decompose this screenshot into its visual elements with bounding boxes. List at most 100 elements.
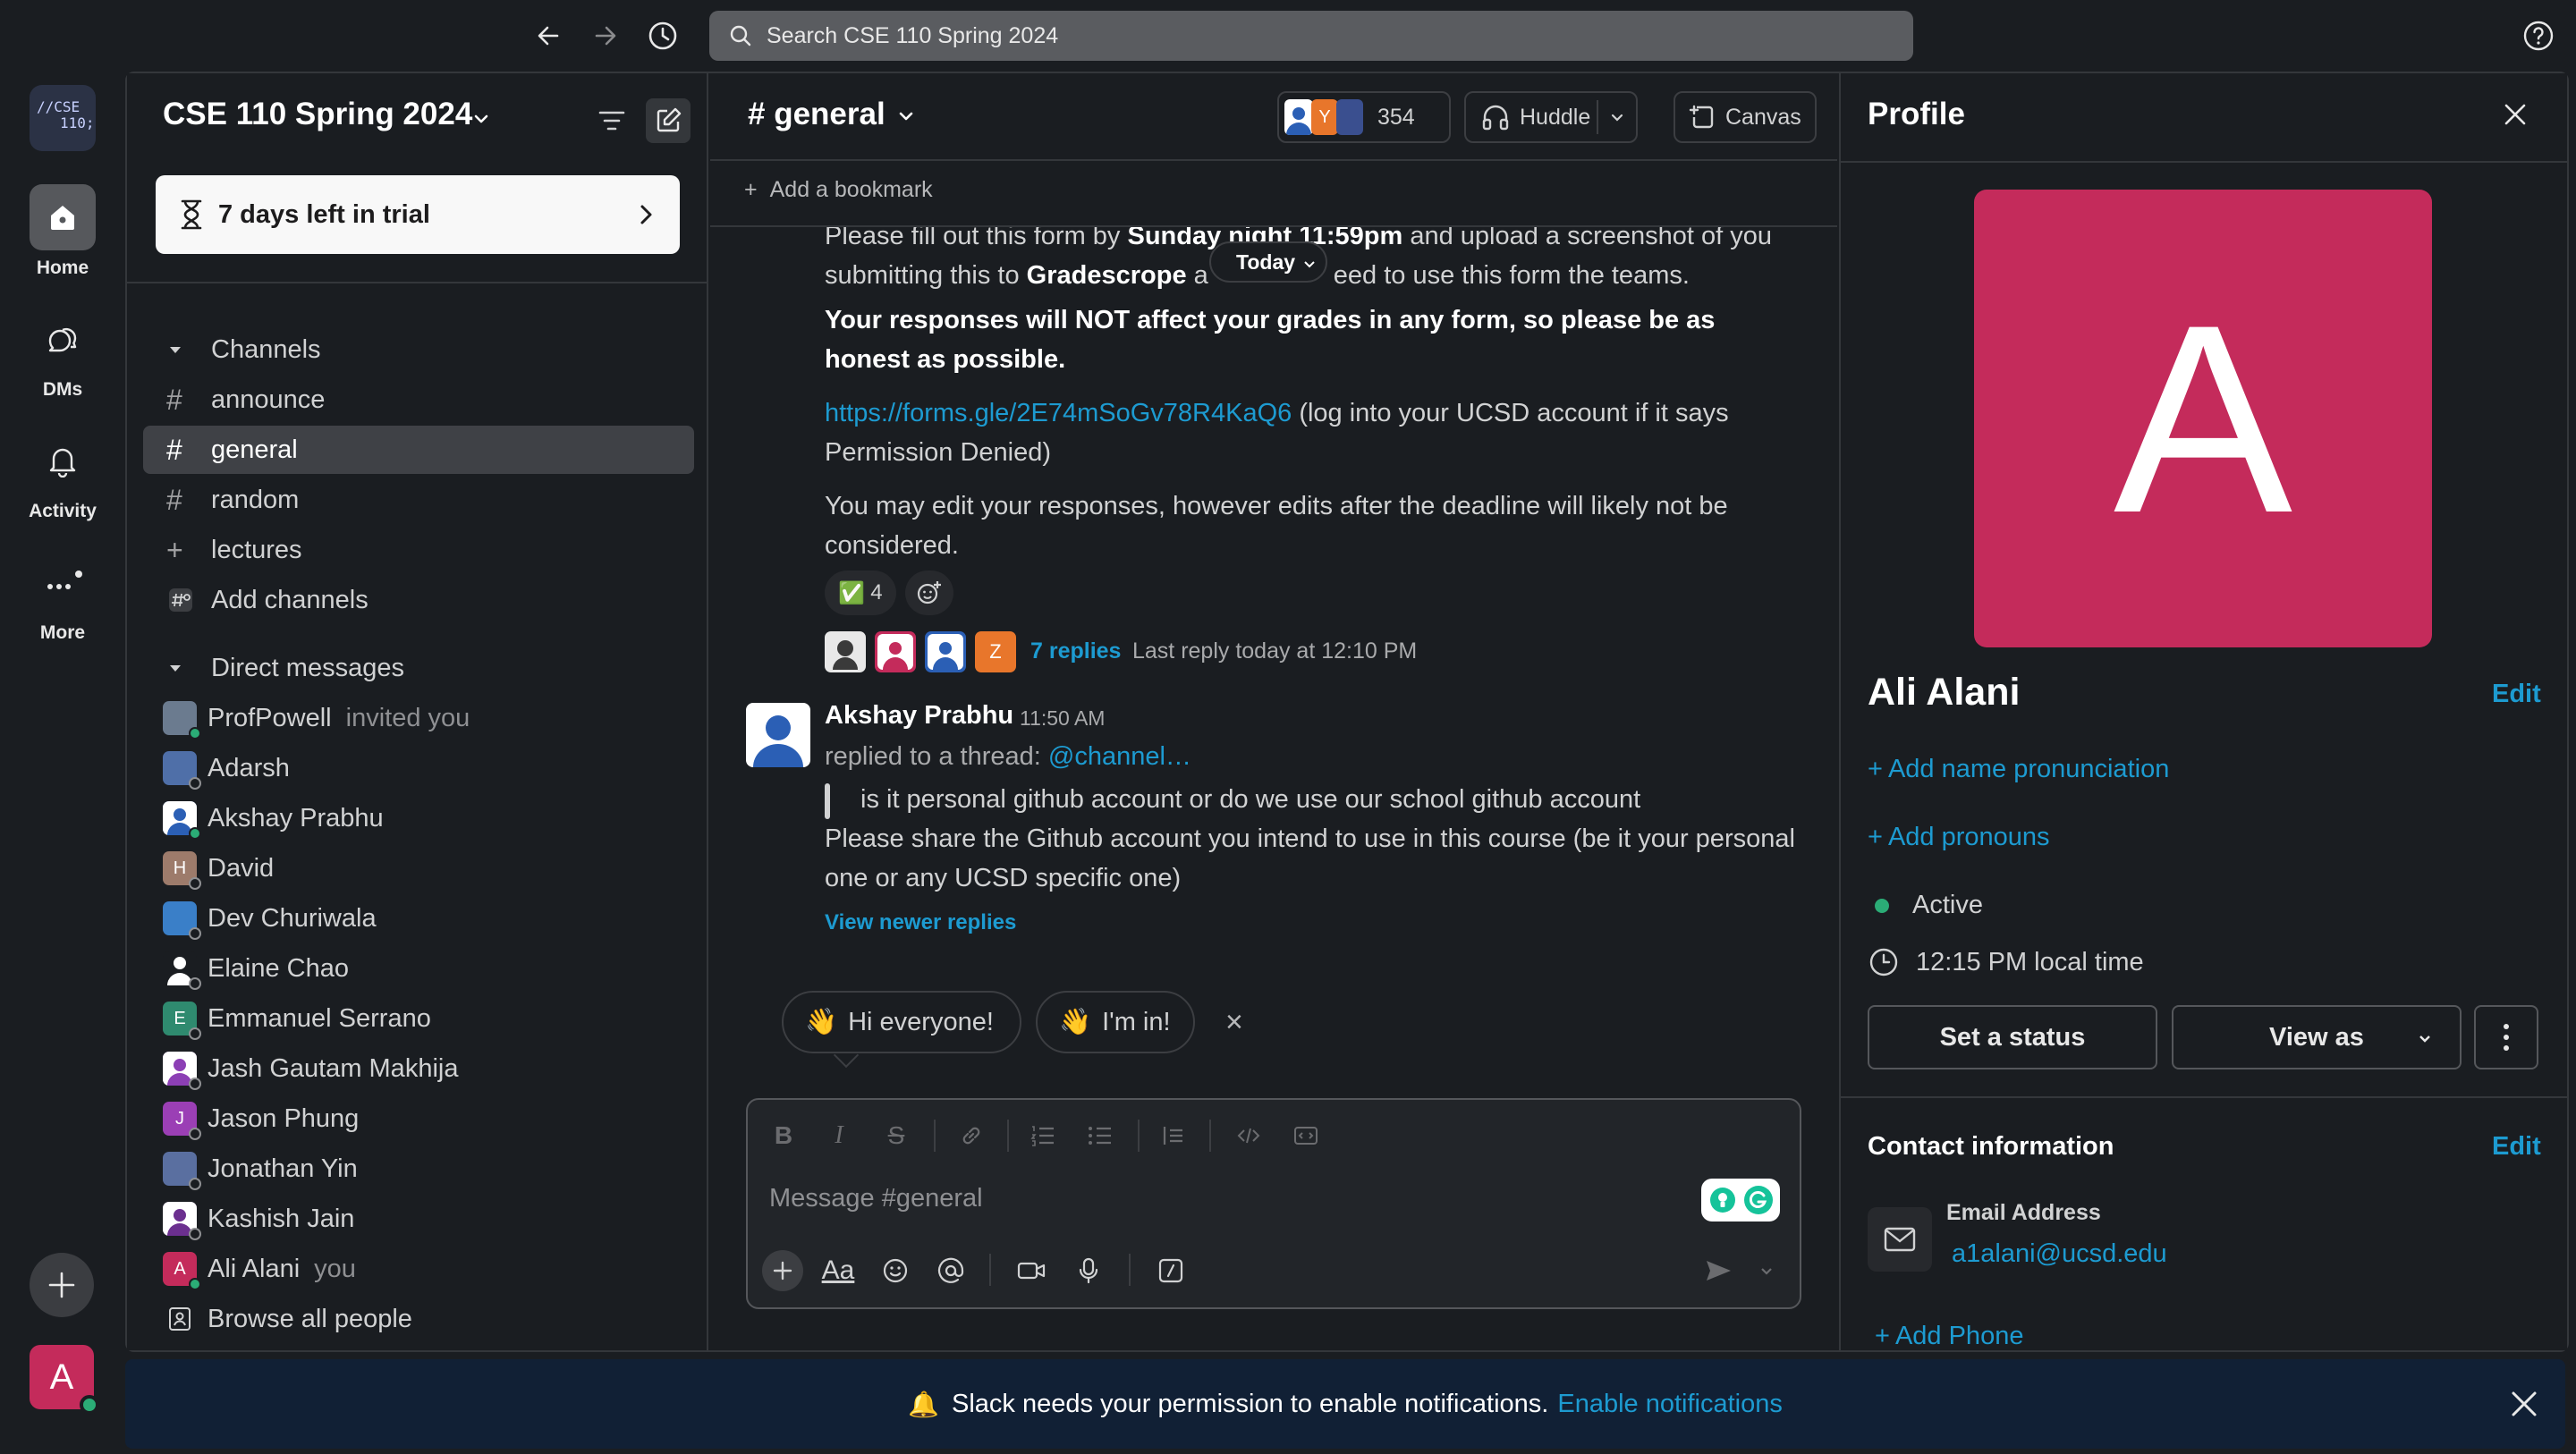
close-icon[interactable]: × [1225, 1005, 1243, 1040]
help-icon[interactable] [2521, 18, 2556, 54]
dm-item-jash-gautam-makhija[interactable]: Jash Gautam Makhija [143, 1044, 694, 1093]
sidebar-item-announce[interactable]: # announce [143, 376, 694, 424]
rail-more[interactable]: More [9, 549, 116, 644]
toolbar-separator [1138, 1120, 1140, 1152]
message-bold-paragraph: Your responses will NOT affect your grad… [825, 300, 1800, 379]
bold-icon[interactable]: B [764, 1116, 803, 1155]
dm-item-jason-phung[interactable]: J Jason Phung [143, 1095, 694, 1143]
sidebar-item-lectures[interactable]: + lectures [143, 526, 694, 574]
rail-home[interactable]: Home [9, 184, 116, 279]
more-actions-button[interactable] [2474, 1005, 2538, 1069]
message-list: Please fill out this form by Sunday nigh… [710, 227, 1837, 1103]
dm-item-ali-alani[interactable]: A Ali Alani you [143, 1245, 694, 1293]
message-timestamp[interactable]: 11:50 AM [1020, 706, 1105, 731]
code-block-icon[interactable] [1286, 1116, 1326, 1155]
ordered-list-icon[interactable] [1023, 1116, 1063, 1155]
channel-mention-link[interactable]: @channel… [1048, 742, 1191, 771]
back-arrow-icon[interactable] [530, 18, 566, 54]
blockquote-icon[interactable] [1154, 1116, 1193, 1155]
message-author[interactable]: Akshay Prabhu [825, 701, 1013, 731]
chevron-down-icon[interactable] [1609, 109, 1625, 125]
browse-people[interactable]: Browse all people [143, 1295, 694, 1343]
channels-section-header[interactable]: Channels [143, 325, 694, 374]
thread-replies-link[interactable]: 7 replies [1030, 638, 1121, 664]
chevron-down-icon[interactable] [471, 109, 491, 129]
dm-item-jonathan-yin[interactable]: Jonathan Yin [143, 1145, 694, 1193]
dm-item-adarsh[interactable]: Adarsh [143, 744, 694, 792]
enable-notifications-link[interactable]: Enable notifications [1557, 1390, 1783, 1419]
workspace-name[interactable]: CSE 110 Spring 2024 [163, 97, 472, 132]
avatar [163, 1152, 201, 1190]
profile-avatar[interactable]: A [1974, 190, 2432, 647]
dm-item-emmanuel-serrano[interactable]: E Emmanuel Serrano [143, 994, 694, 1043]
set-status-button[interactable]: Set a status [1868, 1005, 2157, 1069]
mention-icon[interactable] [930, 1250, 971, 1291]
send-icon[interactable] [1698, 1250, 1739, 1291]
strikethrough-icon[interactable]: S [877, 1116, 916, 1155]
add-pronouns-link[interactable]: + Add pronouns [1868, 823, 2050, 852]
sidebar-item-general[interactable]: # general [143, 426, 694, 474]
dm-item-elaine-chao[interactable]: Elaine Chao [143, 944, 694, 993]
add-bookmark-button[interactable]: + Add a bookmark [744, 177, 933, 203]
link-icon[interactable] [952, 1116, 991, 1155]
link-label: Add name pronunciation [1887, 755, 2170, 783]
dm-item-dev-churiwala[interactable]: Dev Churiwala [143, 894, 694, 943]
dm-item-akshay-prabhu[interactable]: Akshay Prabhu [143, 794, 694, 842]
canvas-button[interactable]: Canvas [1674, 91, 1817, 143]
dm-item-david[interactable]: H David [143, 844, 694, 892]
dm-item-kashish-jain[interactable]: Kashish Jain [143, 1195, 694, 1243]
dm-item-profpowell[interactable]: ProfPowell invited you [143, 694, 694, 742]
compose-icon[interactable] [646, 98, 691, 143]
search-bar[interactable]: Search CSE 110 Spring 2024 [709, 11, 1913, 61]
microphone-icon[interactable] [1068, 1250, 1109, 1291]
workspace-logo[interactable]: //CSE 110; [30, 85, 96, 151]
rail-dms[interactable]: DMs [9, 306, 116, 401]
add-reaction-button[interactable] [905, 571, 953, 615]
suggestion-hi-everyone[interactable]: 👋 Hi everyone! [782, 991, 1021, 1053]
dm-suffix: you [314, 1254, 356, 1283]
edit-profile-link[interactable]: Edit [2492, 680, 2541, 709]
view-as-button[interactable]: View as [2172, 1005, 2462, 1069]
italic-icon[interactable]: I [819, 1116, 859, 1155]
people-icon [163, 1302, 197, 1336]
huddle-button[interactable]: Huddle [1464, 91, 1638, 143]
date-divider-pill[interactable]: Today [1209, 241, 1328, 283]
avatar: J [163, 1102, 201, 1140]
view-newer-replies-link[interactable]: View newer replies [825, 910, 1016, 935]
profile-name: Ali Alani [1868, 671, 2021, 714]
emoji-icon[interactable] [875, 1250, 916, 1291]
form-link[interactable]: https://forms.gle/2E74mSoGv78R4KaQ6 [825, 399, 1292, 427]
edit-contact-link[interactable]: Edit [2492, 1132, 2541, 1162]
sidebar-item-random[interactable]: # random [143, 476, 694, 524]
sidebar-item-add-channels[interactable]: Add channels [143, 576, 694, 624]
dm-header-label: Direct messages [211, 653, 404, 682]
plus-attach-icon[interactable] [762, 1250, 803, 1291]
bulleted-list-icon[interactable] [1080, 1116, 1120, 1155]
filter-icon[interactable] [589, 98, 634, 143]
formatting-toggle-icon[interactable]: Aa [818, 1250, 859, 1291]
email-link[interactable]: a1alani@ucsd.edu [1952, 1239, 2167, 1269]
message-input[interactable]: Message #general [769, 1184, 983, 1213]
dm-section-header[interactable]: Direct messages [143, 644, 694, 692]
user-avatar-button[interactable]: A [30, 1345, 99, 1415]
trial-banner[interactable]: 7 days left in trial [156, 175, 680, 254]
add-workspace-button[interactable] [30, 1253, 94, 1317]
add-phone-link[interactable]: + Add Phone [1875, 1322, 2023, 1351]
members-button[interactable]: Y 354 [1277, 91, 1451, 143]
history-icon[interactable] [645, 18, 681, 54]
avatar[interactable] [746, 703, 810, 767]
channel-title[interactable]: # general [748, 97, 915, 132]
suggestion-im-in[interactable]: 👋 I'm in! [1036, 991, 1195, 1053]
reaction-checkmark[interactable]: ✅ 4 [825, 571, 896, 615]
code-icon[interactable] [1229, 1116, 1268, 1155]
video-icon[interactable] [1011, 1250, 1052, 1291]
forward-arrow-icon[interactable] [588, 18, 623, 54]
close-icon[interactable] [2496, 95, 2535, 134]
slash-command-icon[interactable] [1150, 1250, 1191, 1291]
close-icon[interactable] [2506, 1386, 2542, 1422]
rail-activity[interactable]: Activity [9, 427, 116, 522]
grammarly-widget[interactable] [1701, 1179, 1780, 1222]
chevron-down-icon[interactable] [1750, 1250, 1784, 1291]
suggestion-label: I'm in! [1102, 1007, 1171, 1036]
add-name-pronunciation-link[interactable]: + Add name pronunciation [1868, 755, 2169, 784]
